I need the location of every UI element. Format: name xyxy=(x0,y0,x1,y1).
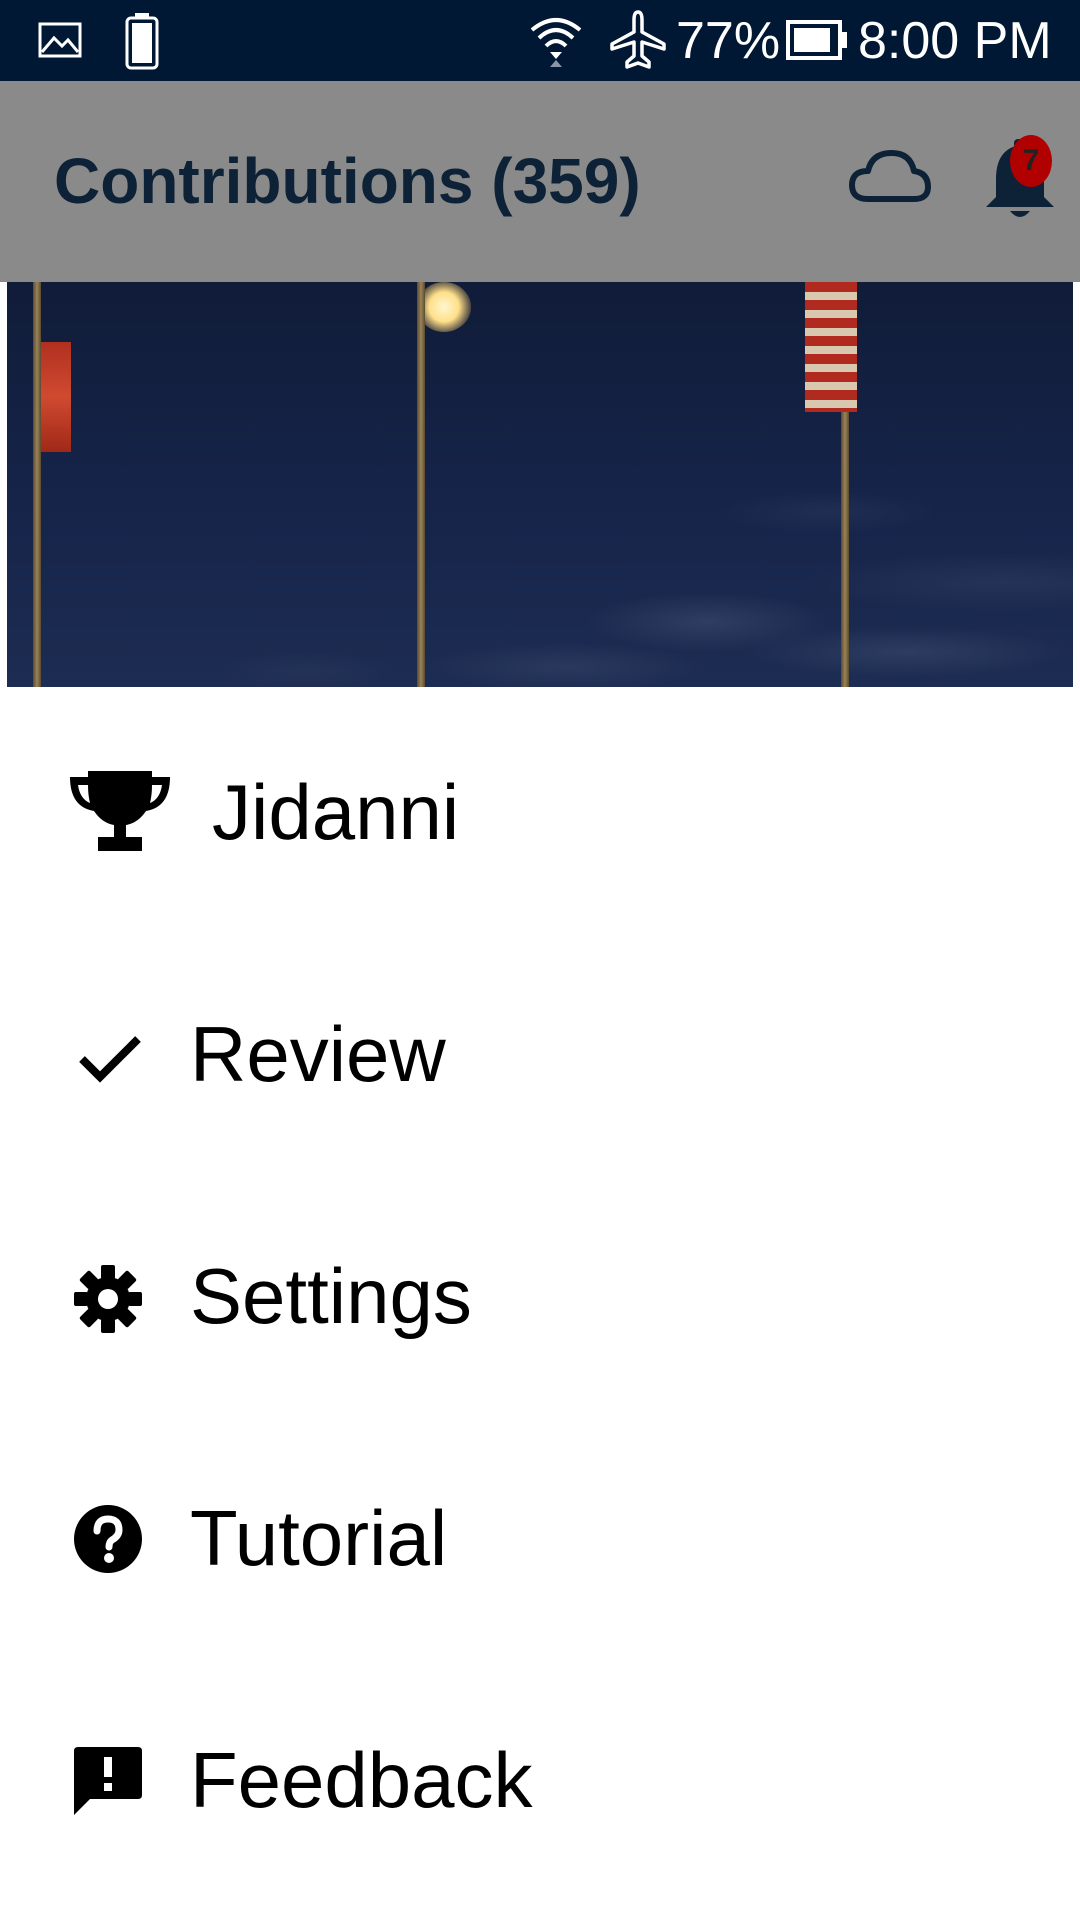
app-bar: Contributions (359) 7 xyxy=(0,81,1080,282)
feedback-icon xyxy=(74,1747,142,1822)
menu-item-review[interactable]: Review xyxy=(0,929,1080,1171)
menu-item-settings[interactable]: Settings xyxy=(0,1171,1080,1413)
menu-item-label: Feedback xyxy=(190,1736,533,1824)
menu-item-profile[interactable]: Jidanni xyxy=(0,687,1080,929)
cloud-icon[interactable] xyxy=(848,145,932,205)
flag-left xyxy=(41,342,71,452)
street-lamp xyxy=(417,282,471,332)
menu-item-label: Review xyxy=(190,1010,446,1098)
help-icon xyxy=(74,1505,142,1578)
menu-item-feedback[interactable]: Feedback xyxy=(0,1655,1080,1897)
sky-clouds xyxy=(7,282,1073,687)
menu-item-label: Settings xyxy=(190,1252,472,1340)
battery-percent: 77% xyxy=(676,12,781,70)
flag-right xyxy=(805,282,857,412)
menu-item-label: Jidanni xyxy=(212,768,460,856)
battery-full-icon xyxy=(124,12,160,75)
notification-badge: 7 xyxy=(1010,135,1052,187)
flagpole-left xyxy=(33,282,41,687)
header-photo xyxy=(7,282,1073,687)
wifi-icon xyxy=(528,12,584,73)
page-title: Contributions (359) xyxy=(54,145,641,217)
status-bar: 77% 8:00 PM xyxy=(0,0,1080,81)
clock: 8:00 PM xyxy=(858,12,1052,70)
lamp-pole xyxy=(417,282,425,687)
gear-icon xyxy=(74,1265,142,1338)
gallery-icon xyxy=(38,22,82,63)
battery-icon xyxy=(786,20,848,65)
airplane-icon xyxy=(610,10,666,75)
drawer-menu: Jidanni Review Settings Tutorial Feedbac… xyxy=(0,687,1080,1920)
menu-item-label: Tutorial xyxy=(190,1494,448,1582)
screen: 77% 8:00 PM Contributions (359) 7 Jidann… xyxy=(0,0,1080,1920)
menu-item-tutorial[interactable]: Tutorial xyxy=(0,1413,1080,1655)
check-icon xyxy=(78,1033,142,1088)
trophy-icon xyxy=(66,767,174,858)
